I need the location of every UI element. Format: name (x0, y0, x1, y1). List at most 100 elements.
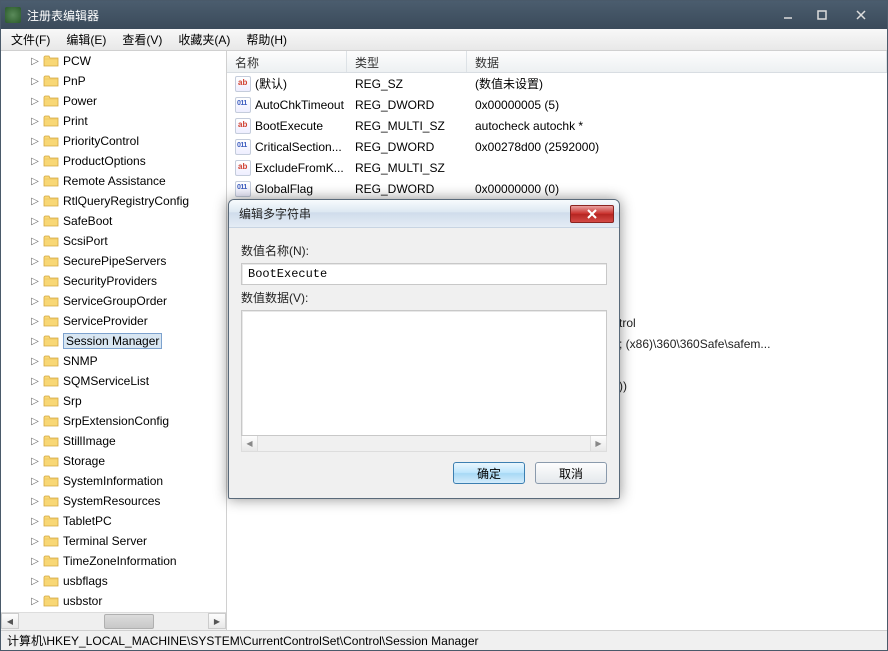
minimize-button[interactable] (771, 5, 805, 25)
tree-item-session-manager[interactable]: ▷ Session Manager (1, 331, 226, 351)
list-row[interactable]: AutoChkTimeoutREG_DWORD0x00000005 (5) (227, 94, 887, 115)
edit-multistring-dialog[interactable]: 编辑多字符串 数值名称(N): 数值数据(V): ◀ ▶ 确定 取消 (228, 199, 620, 499)
tree-item-remote-assistance[interactable]: ▷Remote Assistance (1, 171, 226, 191)
list-row[interactable]: (默认)REG_SZ(数值未设置) (227, 73, 887, 94)
tree-item-rtlqueryregistryconfig[interactable]: ▷ RtlQueryRegistryConfig (1, 191, 226, 211)
tree-expand-icon[interactable]: ▷ (29, 155, 41, 167)
tree-item-systeminformation[interactable]: ▷SystemInformation (1, 471, 226, 491)
close-button[interactable] (839, 5, 883, 25)
tree-expand-icon[interactable]: ▷ (29, 435, 41, 447)
tree-expand-icon[interactable]: ▷ (29, 195, 41, 207)
tree-expand-icon[interactable]: ▷ (29, 115, 41, 127)
list-row[interactable]: GlobalFlagREG_DWORD0x00000000 (0) (227, 178, 887, 199)
list-row[interactable]: BootExecuteREG_MULTI_SZautocheck autochk… (227, 115, 887, 136)
tree-item-power[interactable]: ▷Power (1, 91, 226, 111)
tree-expand-icon[interactable]: ▷ (29, 575, 41, 587)
tree-expand-icon[interactable]: ▷ (29, 535, 41, 547)
tree-item-storage[interactable]: ▷Storage (1, 451, 226, 471)
list-row[interactable]: CriticalSection...REG_DWORD0x00278d00 (2… (227, 136, 887, 157)
menu-help[interactable]: 帮助(H) (238, 29, 295, 50)
tree-item-servicegrouporder[interactable]: ▷ServiceGroupOrder (1, 291, 226, 311)
tree-item-print[interactable]: ▷Print (1, 111, 226, 131)
tree-pane[interactable]: ▷PCW▷PnP▷Power▷Print▷PriorityControl▷Pro… (1, 51, 227, 630)
tree-item-label: Session Manager (63, 333, 162, 349)
string-value-icon (235, 76, 251, 92)
tree-item-prioritycontrol[interactable]: ▷PriorityControl (1, 131, 226, 151)
string-value-icon (235, 160, 251, 176)
tree-expand-icon[interactable]: ▷ (29, 455, 41, 467)
scroll-left-arrow[interactable]: ◀ (1, 613, 19, 629)
tree-expand-icon[interactable]: ▷ (29, 335, 41, 347)
tree-expand-icon[interactable]: ▷ (29, 395, 41, 407)
tree-item-terminal-server[interactable]: ▷Terminal Server (1, 531, 226, 551)
menu-edit[interactable]: 编辑(E) (58, 29, 114, 50)
value-type: REG_MULTI_SZ (347, 161, 467, 175)
column-data[interactable]: 数据 (467, 51, 887, 72)
dialog-close-button[interactable] (570, 205, 614, 223)
tree-item-securityproviders[interactable]: ▷SecurityProviders (1, 271, 226, 291)
tree-item-srp[interactable]: ▷Srp (1, 391, 226, 411)
tree-expand-icon[interactable]: ▷ (29, 175, 41, 187)
scroll-thumb[interactable] (104, 614, 154, 629)
tree-item-pcw[interactable]: ▷PCW (1, 51, 226, 71)
tree-item-serviceprovider[interactable]: ▷ServiceProvider (1, 311, 226, 331)
tree-item-usbstor[interactable]: ▷usbstor (1, 591, 226, 611)
ta-scroll-track[interactable] (258, 436, 590, 451)
column-type[interactable]: 类型 (347, 51, 467, 72)
ok-button[interactable]: 确定 (453, 462, 525, 484)
dialog-titlebar[interactable]: 编辑多字符串 (229, 200, 619, 228)
tree-expand-icon[interactable]: ▷ (29, 135, 41, 147)
tree-expand-icon[interactable]: ▷ (29, 235, 41, 247)
tree-expand-icon[interactable]: ▷ (29, 375, 41, 387)
tree-item-srpextensionconfig[interactable]: ▷SrpExtensionConfig (1, 411, 226, 431)
titlebar[interactable]: 注册表编辑器 (1, 1, 887, 29)
tree-item-productoptions[interactable]: ▷ProductOptions (1, 151, 226, 171)
tree-item-scsiport[interactable]: ▷ScsiPort (1, 231, 226, 251)
tree-item-systemresources[interactable]: ▷SystemResources (1, 491, 226, 511)
value-data-textarea[interactable] (241, 310, 607, 436)
menu-view[interactable]: 查看(V) (114, 29, 170, 50)
list-header[interactable]: 名称 类型 数据 (227, 51, 887, 73)
tree-item-pnp[interactable]: ▷PnP (1, 71, 226, 91)
tree-item-usbflags[interactable]: ▷usbflags (1, 571, 226, 591)
tree-expand-icon[interactable]: ▷ (29, 415, 41, 427)
tree-expand-icon[interactable]: ▷ (29, 515, 41, 527)
tree-expand-icon[interactable]: ▷ (29, 595, 41, 607)
tree-expand-icon[interactable]: ▷ (29, 475, 41, 487)
value-name-input[interactable] (241, 263, 607, 285)
tree-expand-icon[interactable]: ▷ (29, 275, 41, 287)
tree-item-securepipeservers[interactable]: ▷SecurePipeServers (1, 251, 226, 271)
tree-item-timezoneinformation[interactable]: ▷TimeZoneInformation (1, 551, 226, 571)
cancel-button[interactable]: 取消 (535, 462, 607, 484)
tree-expand-icon[interactable]: ▷ (29, 75, 41, 87)
tree-scroll[interactable]: ▷PCW▷PnP▷Power▷Print▷PriorityControl▷Pro… (1, 51, 226, 612)
tree-item-sqmservicelist[interactable]: ▷SQMServiceList (1, 371, 226, 391)
tree-expand-icon[interactable]: ▷ (29, 215, 41, 227)
tree-item-label: RtlQueryRegistryConfig (63, 194, 189, 208)
tree-expand-icon[interactable]: ▷ (29, 95, 41, 107)
tree-expand-icon[interactable]: ▷ (29, 295, 41, 307)
tree-item-snmp[interactable]: ▷SNMP (1, 351, 226, 371)
tree-item-stillimage[interactable]: ▷StillImage (1, 431, 226, 451)
menu-file[interactable]: 文件(F) (3, 29, 58, 50)
scroll-track[interactable] (19, 613, 208, 630)
tree-expand-icon[interactable]: ▷ (29, 255, 41, 267)
column-name[interactable]: 名称 (227, 51, 347, 72)
tree-expand-icon[interactable]: ▷ (29, 495, 41, 507)
tree-expand-icon[interactable]: ▷ (29, 55, 41, 67)
window-title: 注册表编辑器 (27, 7, 771, 24)
scroll-right-arrow[interactable]: ▶ (208, 613, 226, 629)
tree-expand-icon[interactable]: ▷ (29, 315, 41, 327)
ta-scroll-left[interactable]: ◀ (242, 436, 258, 451)
ta-scroll-right[interactable]: ▶ (590, 436, 606, 451)
tree-expand-icon[interactable]: ▷ (29, 355, 41, 367)
list-row[interactable]: ExcludeFromK...REG_MULTI_SZ (227, 157, 887, 178)
tree-horizontal-scrollbar[interactable]: ◀ ▶ (1, 612, 226, 630)
tree-item-safeboot[interactable]: ▷SafeBoot (1, 211, 226, 231)
tree-item-tabletpc[interactable]: ▷TabletPC (1, 511, 226, 531)
tree-expand-icon[interactable]: ▷ (29, 555, 41, 567)
maximize-button[interactable] (805, 5, 839, 25)
dialog-buttons: 确定 取消 (241, 458, 607, 488)
textarea-horizontal-scrollbar[interactable]: ◀ ▶ (241, 436, 607, 452)
menu-favorites[interactable]: 收藏夹(A) (170, 29, 238, 50)
